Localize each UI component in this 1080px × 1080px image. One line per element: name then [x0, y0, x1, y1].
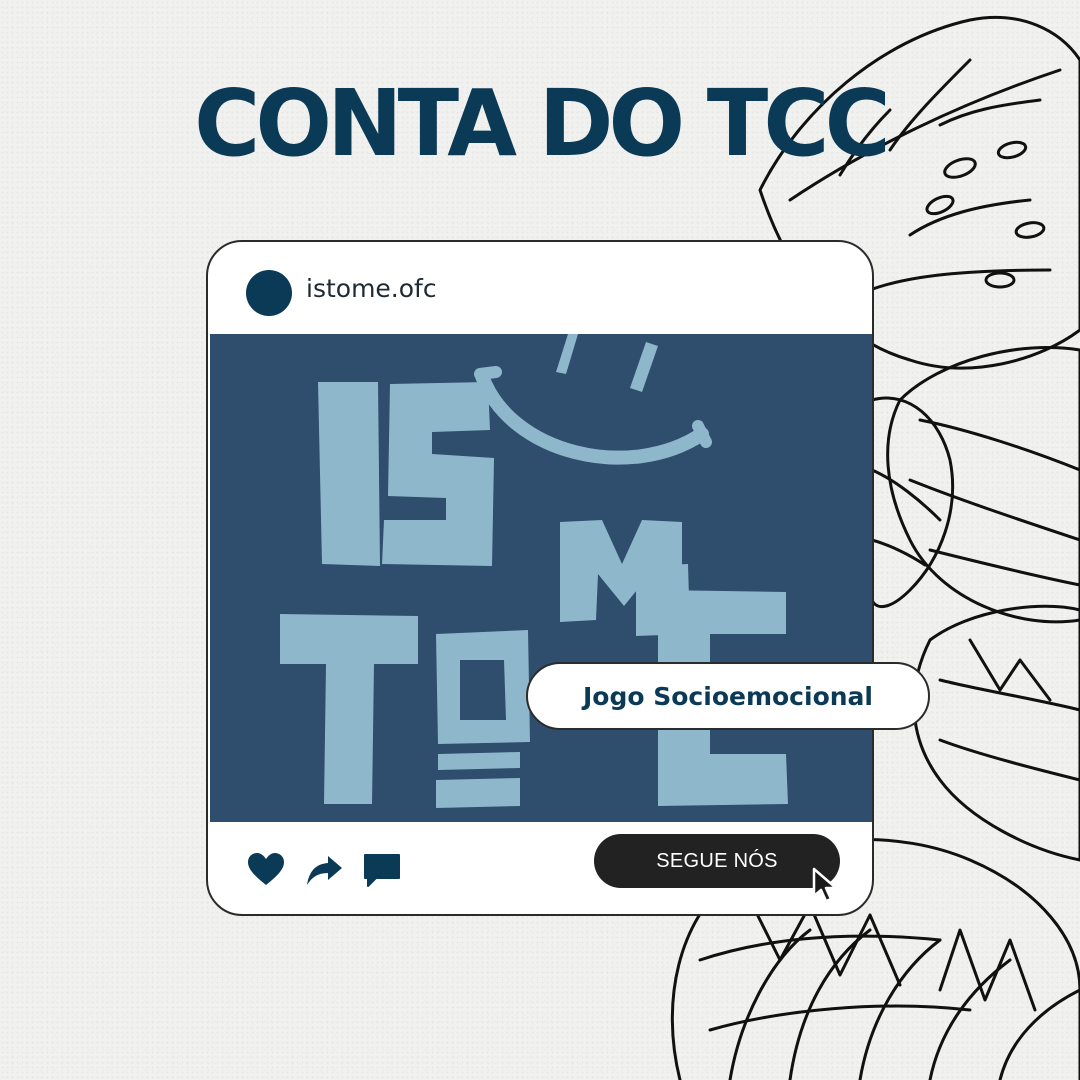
- istome-logo: [210, 334, 872, 822]
- follow-button[interactable]: SEGUE NÓS: [594, 834, 840, 888]
- social-post-card: istome.ofc SEGUE NÓS: [206, 240, 874, 916]
- profile-avatar[interactable]: [246, 270, 292, 316]
- mouse-pointer-icon: [812, 867, 838, 903]
- post-actions: [246, 848, 402, 892]
- comment-icon[interactable]: [362, 850, 402, 890]
- post-image[interactable]: [210, 334, 872, 822]
- post-tag-label: Jogo Socioemocional: [526, 662, 930, 730]
- heart-icon[interactable]: [246, 850, 286, 890]
- page-headline: CONTA DO TCC: [194, 70, 891, 177]
- share-icon[interactable]: [304, 850, 344, 890]
- profile-username[interactable]: istome.ofc: [306, 274, 437, 303]
